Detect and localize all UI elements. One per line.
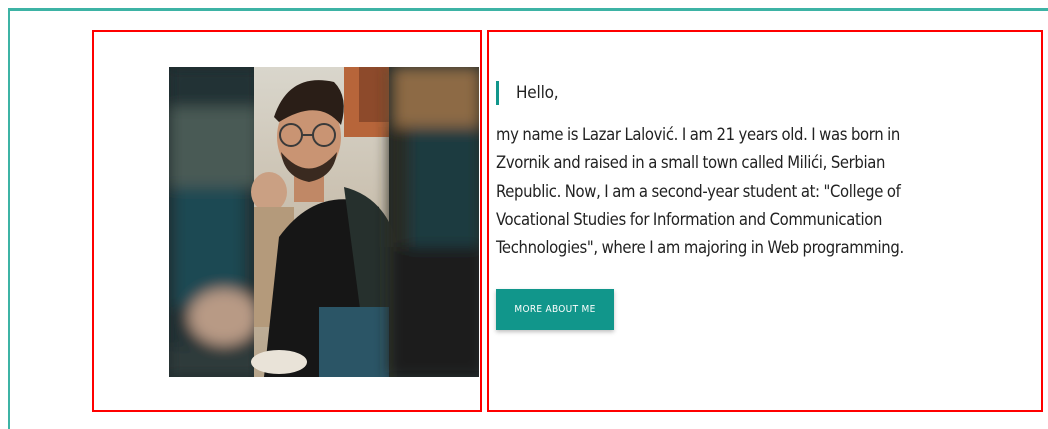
- greeting-block: Hello,: [496, 81, 559, 105]
- greeting-accent-bar: [496, 81, 499, 105]
- greeting-text: Hello,: [516, 83, 559, 103]
- more-about-me-button[interactable]: MORE ABOUT ME: [496, 289, 614, 330]
- profile-photo: [169, 67, 479, 377]
- bio-paragraph: my name is Lazar Lalović. I am 21 years …: [496, 125, 904, 258]
